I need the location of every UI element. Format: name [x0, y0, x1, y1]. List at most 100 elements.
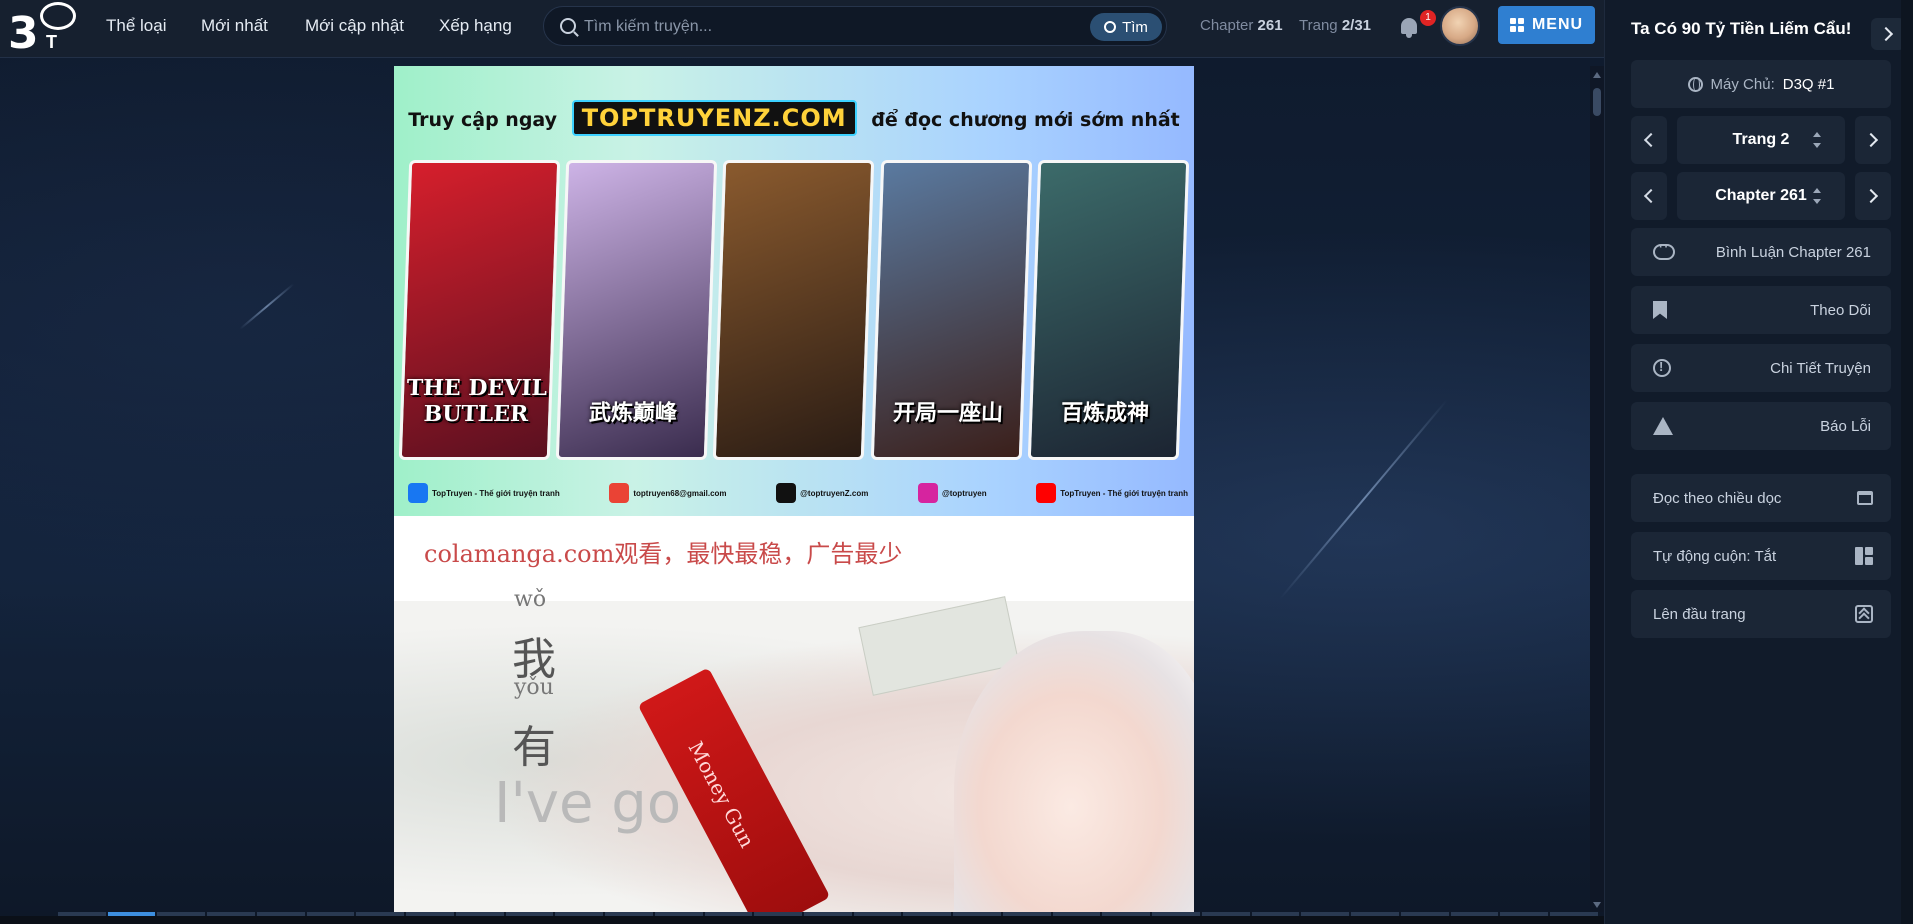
auto-scroll-toggle[interactable]: Tự động cuộn: Tắt	[1631, 532, 1891, 580]
promo-card[interactable]	[713, 160, 875, 460]
scroll-to-top-button[interactable]: Lên đầu trang	[1631, 590, 1891, 638]
promo-card-title: 武炼巅峰	[588, 400, 678, 426]
social-icon	[917, 483, 938, 503]
follow-button[interactable]: Theo Dõi	[1631, 286, 1891, 334]
chapter-select[interactable]: Chapter 261	[1677, 172, 1845, 220]
scroll-down-arrow-icon[interactable]	[1593, 902, 1601, 908]
logo-number: 3	[8, 8, 39, 59]
logo-swirl-icon	[40, 2, 76, 30]
promo-social-link[interactable]: @toptruyenZ.com	[776, 482, 868, 504]
scroll-top-icon	[1855, 605, 1873, 623]
chapter-indicator-label: Chapter	[1200, 17, 1254, 34]
promo-card[interactable]: 武炼巅峰	[555, 160, 718, 460]
promo-brand-logo: TOPTRUYENZ.COM	[571, 100, 857, 136]
sidebar-collapse-button[interactable]	[1871, 18, 1905, 50]
scroll-to-top-label: Lên đầu trang	[1653, 605, 1746, 623]
page-indicator-value: 2/31	[1341, 17, 1372, 34]
report-error-button[interactable]: Báo Lỗi	[1631, 402, 1891, 450]
page-select[interactable]: Trang 2	[1677, 116, 1845, 164]
prev-chapter-button[interactable]	[1631, 172, 1667, 220]
layout-icon	[1855, 547, 1873, 565]
next-chapter-button[interactable]	[1855, 172, 1891, 220]
promo-social-label: @toptruyenZ.com	[800, 488, 869, 498]
source-watermark: colamanga.com观看，最快最稳，广告最少	[424, 540, 903, 568]
social-icon	[1036, 483, 1057, 503]
promo-card[interactable]: 百炼成神	[1027, 160, 1190, 460]
top-navbar: 3 T Thể loại Mới nhất Mới cập nhật Xếp h…	[0, 0, 1604, 59]
social-icon	[609, 483, 630, 503]
star-streak	[239, 283, 295, 330]
manga-artwork: wǒ 我 yǒu 有 I've go Money Gun	[394, 587, 1194, 912]
notification-button[interactable]: 1	[1396, 10, 1436, 42]
grid-icon	[1509, 18, 1524, 32]
search-input[interactable]	[584, 15, 1024, 39]
promo-social-link[interactable]: toptruyen68@gmail.com	[609, 482, 727, 504]
promo-cards: THE DEVIL BUTLER 武炼巅峰 开局一座山 百炼成神	[398, 160, 1190, 460]
search-button-icon	[1104, 21, 1117, 33]
info-icon	[1653, 359, 1671, 377]
nav-recently-updated[interactable]: Mới cập nhật	[305, 16, 404, 36]
chevron-left-icon	[1643, 188, 1659, 204]
chevron-right-icon	[1863, 132, 1879, 148]
promo-social-link[interactable]: TopTruyen - Thế giới truyện tranh	[1036, 482, 1188, 504]
warning-icon	[1653, 417, 1673, 435]
promo-social-link[interactable]: @toptruyen	[917, 482, 987, 504]
reader-sidebar: Ta Có 90 Tỷ Tiền Liếm Cẩu! Máy Chủ: D3Q …	[1604, 0, 1913, 924]
comment-chapter-label: Bình Luận Chapter 261	[1715, 243, 1871, 261]
bell-clapper	[1406, 34, 1412, 38]
money-gun-label: Money Gun	[683, 737, 760, 852]
prev-page-button[interactable]	[1631, 116, 1667, 164]
comic-details-button[interactable]: Chi Tiết Truyện	[1631, 344, 1891, 392]
page-indicator: Trang 2/31	[1299, 17, 1371, 34]
chevron-left-icon	[1643, 132, 1659, 148]
chapter-nav-row: Chapter 261	[1631, 172, 1891, 220]
promo-card-title: 百炼成神	[1060, 400, 1150, 426]
nav-newest[interactable]: Mới nhất	[201, 16, 268, 36]
page-nav-row: Trang 2	[1631, 116, 1891, 164]
vertical-reading-toggle[interactable]: Đọc theo chiều dọc	[1631, 474, 1891, 522]
promo-headline: Truy cập ngay TOPTRUYENZ.COM để đọc chươ…	[394, 100, 1194, 136]
comment-chapter-button[interactable]: Bình Luận Chapter 261	[1631, 228, 1891, 276]
comment-icon	[1653, 238, 1675, 260]
next-page-button[interactable]	[1855, 116, 1891, 164]
search-icon	[560, 18, 576, 34]
promo-socials: TopTruyen - Thế giới truyện tranh toptruy…	[408, 482, 1188, 504]
promo-card[interactable]: 开局一座山	[870, 160, 1033, 460]
social-icon	[408, 483, 428, 503]
comic-title[interactable]: Ta Có 90 Tỷ Tiền Liếm Cẩu!	[1631, 19, 1851, 39]
nav-rankings[interactable]: Xếp hạng	[439, 16, 512, 36]
server-selector[interactable]: Máy Chủ: D3Q #1	[1631, 60, 1891, 108]
promo-social-label: @toptruyen	[941, 488, 987, 498]
promo-card[interactable]: THE DEVIL BUTLER	[398, 160, 561, 460]
report-error-label: Báo Lỗi	[1820, 417, 1871, 435]
social-icon	[776, 483, 797, 503]
globe-icon	[1687, 76, 1703, 92]
promo-social-link[interactable]: TopTruyen - Thế giới truyện tranh	[408, 482, 560, 504]
art-pinyin: wǒ	[514, 587, 547, 612]
sidebar-scrollbar[interactable]	[1901, 0, 1913, 924]
nav-genres[interactable]: Thể loại	[106, 16, 166, 36]
promo-banner[interactable]: Truy cập ngay TOPTRUYENZ.COM để đọc chươ…	[394, 66, 1194, 516]
promo-social-label: TopTruyen - Thế giới truyện tranh	[1060, 488, 1188, 498]
bottom-edge	[0, 916, 1604, 924]
search-button[interactable]: Tìm	[1090, 13, 1162, 41]
page-indicator-label: Trang	[1299, 17, 1338, 34]
promo-social-label: TopTruyen - Thế giới truyện tranh	[432, 488, 560, 498]
character-illustration	[954, 631, 1194, 912]
chapter-select-value: Chapter 261	[1715, 187, 1807, 204]
user-avatar[interactable]	[1440, 6, 1480, 46]
chevron-right-icon	[1878, 26, 1894, 42]
bell-icon	[1401, 18, 1417, 34]
promo-headline-post: để đọc chương mới sớm nhất	[871, 109, 1180, 131]
promo-card-title: THE DEVIL BUTLER	[406, 375, 548, 427]
reader-scrollbar[interactable]	[1590, 66, 1604, 912]
notification-badge: 1	[1420, 10, 1436, 26]
server-value: D3Q #1	[1782, 75, 1835, 93]
menu-button[interactable]: MENU	[1498, 6, 1595, 44]
scrollbar-thumb[interactable]	[1593, 88, 1601, 116]
page-select-value: Trang 2	[1732, 131, 1790, 148]
site-logo[interactable]: 3 T	[6, 2, 76, 59]
scroll-up-arrow-icon[interactable]	[1593, 72, 1601, 78]
chevron-right-icon	[1863, 188, 1879, 204]
star-streak	[1279, 399, 1448, 600]
